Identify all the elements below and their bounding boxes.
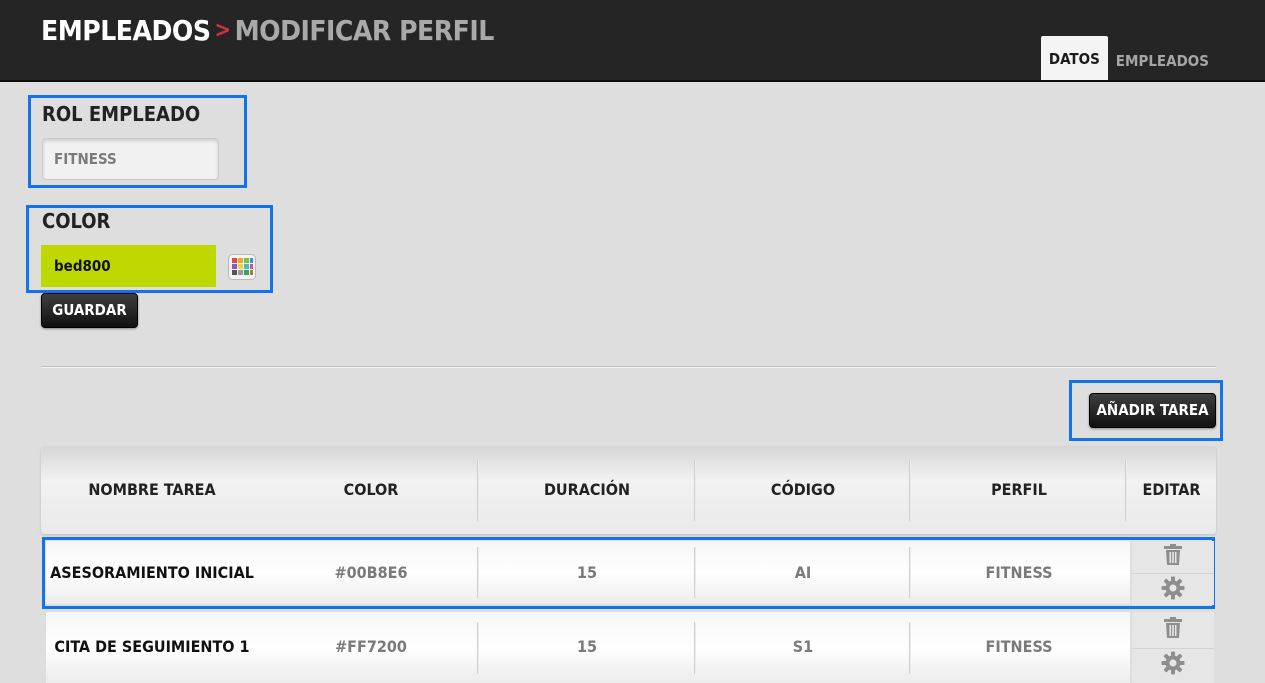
tab-bar: DATOS EMPLEADOS — [1040, 36, 1217, 80]
col-header-code: CÓDIGO — [770, 480, 836, 499]
task-duration: 15 — [576, 637, 598, 656]
column-divider — [477, 622, 479, 674]
task-profile: FITNESS — [985, 637, 1053, 656]
gear-icon — [1161, 576, 1185, 604]
trash-icon — [1163, 544, 1183, 570]
col-header-profile: PERFIL — [991, 480, 1047, 499]
row-actions — [1132, 612, 1214, 683]
task-duration: 15 — [576, 563, 598, 582]
top-bar: EMPLEADOS > MODIFICAR PERFIL DATOS EMPLEAD… — [0, 0, 1265, 82]
task-color: #FF7200 — [335, 637, 407, 656]
rol-label: ROL EMPLEADO — [42, 102, 201, 126]
palette-icon[interactable] — [228, 254, 256, 280]
column-divider — [477, 547, 479, 598]
col-header-edit: EDITAR — [1142, 480, 1201, 499]
row-actions — [1132, 541, 1214, 605]
edit-button[interactable] — [1132, 573, 1214, 606]
task-table-header: NOMBRE TAREA COLOR DURACIÓN CÓDIGO PERFI… — [41, 446, 1216, 534]
tab-empleados[interactable]: EMPLEADOS — [1108, 38, 1217, 80]
breadcrumb-separator: > — [214, 18, 231, 43]
column-divider — [909, 622, 911, 674]
task-name: ASESORAMIENTO INICIAL — [50, 563, 254, 582]
column-divider — [1125, 459, 1127, 521]
color-input[interactable]: bed800 — [41, 245, 216, 287]
edit-button[interactable] — [1132, 648, 1214, 681]
column-divider — [694, 622, 696, 674]
column-divider — [477, 459, 479, 521]
tab-datos[interactable]: DATOS — [1040, 36, 1108, 80]
gear-icon — [1161, 651, 1185, 679]
table-row[interactable]: CITA DE SEGUIMIENTO 1 #FF7200 15 S1 FITN… — [46, 612, 1130, 683]
col-header-color: COLOR — [343, 480, 399, 499]
task-code: AI — [794, 563, 812, 582]
save-button[interactable]: GUARDAR — [41, 293, 138, 328]
page-title: MODIFICAR PERFIL — [234, 14, 495, 47]
delete-button[interactable] — [1132, 541, 1214, 573]
add-task-button[interactable]: AÑADIR TAREA — [1089, 393, 1216, 428]
col-header-duration: DURACIÓN — [543, 480, 631, 499]
breadcrumb: EMPLEADOS > MODIFICAR PERFIL — [41, 14, 494, 47]
rol-input[interactable]: FITNESS — [42, 138, 219, 180]
task-code: S1 — [792, 637, 814, 656]
table-row[interactable]: ASESORAMIENTO INICIAL #00B8E6 15 AI FITN… — [46, 541, 1130, 604]
task-profile: FITNESS — [985, 563, 1053, 582]
column-divider — [909, 547, 911, 598]
section-divider — [41, 366, 1216, 368]
column-divider — [909, 459, 911, 521]
trash-icon — [1163, 617, 1183, 643]
column-divider — [694, 547, 696, 598]
col-header-name: NOMBRE TAREA — [88, 480, 216, 499]
task-name: CITA DE SEGUIMIENTO 1 — [54, 637, 250, 656]
delete-button[interactable] — [1132, 614, 1214, 646]
color-label: COLOR — [42, 209, 111, 233]
breadcrumb-section[interactable]: EMPLEADOS — [41, 14, 211, 47]
column-divider — [694, 459, 696, 521]
task-color: #00B8E6 — [334, 563, 408, 582]
